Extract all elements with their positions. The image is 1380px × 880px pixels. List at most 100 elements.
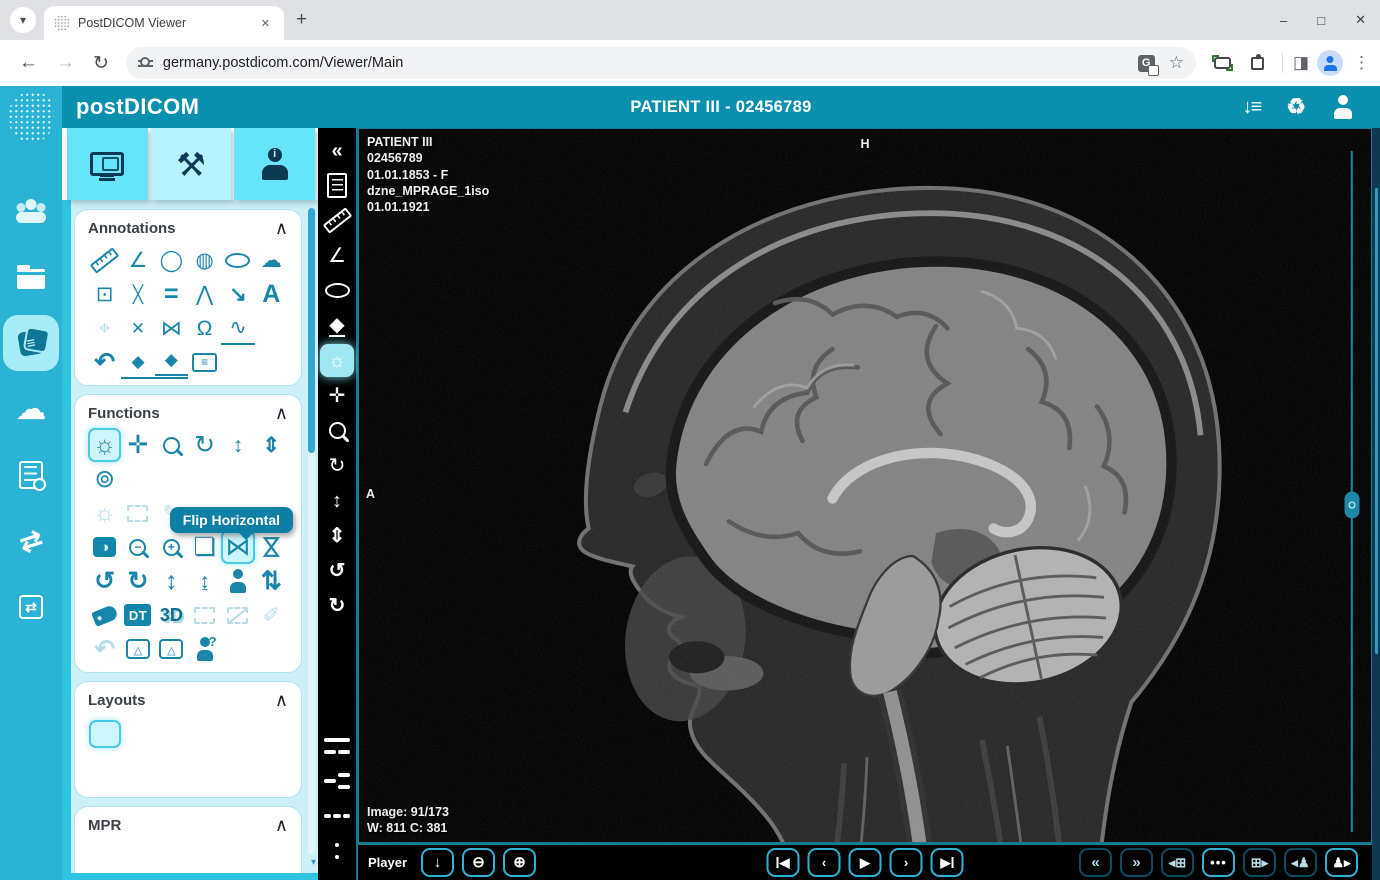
maximize-button[interactable]: □: [1317, 13, 1325, 28]
ruler[interactable]: [320, 204, 354, 237]
screen-capture-icon[interactable]: [1211, 55, 1233, 71]
angle[interactable]: ∠: [320, 239, 354, 272]
cine-options[interactable]: •••: [1202, 848, 1235, 877]
scrollbar-thumb[interactable]: [308, 208, 315, 454]
next-patient[interactable]: ♟▸: [1325, 848, 1358, 877]
fit-vertical-icon[interactable]: ↕: [155, 564, 188, 598]
pan[interactable]: ✛: [320, 379, 354, 412]
layout-1x1-icon[interactable]: [88, 720, 121, 748]
layout-1x3[interactable]: [320, 799, 354, 832]
address-input[interactable]: germany.postdicom.com/Viewer/Main G ☆: [125, 47, 1196, 79]
eraser-icon[interactable]: ◆: [121, 345, 155, 379]
point-icon[interactable]: ⌖: [88, 311, 121, 345]
open-angle-icon[interactable]: ✕: [121, 311, 154, 345]
collapse-chevron-icon[interactable]: ∧: [275, 815, 288, 836]
tab-viewer-screens[interactable]: [67, 128, 148, 200]
ellipse-icon[interactable]: [225, 252, 251, 268]
cross-ruler-icon[interactable]: ╳: [121, 277, 154, 311]
save-annotations-icon[interactable]: ≡: [192, 352, 218, 372]
close-tab-icon[interactable]: ✕: [257, 15, 274, 32]
image-scroll-slider[interactable]: [1344, 151, 1359, 832]
image-viewport[interactable]: PATIENT III 02456789 01.01.1853 - F dzne…: [358, 128, 1372, 843]
window-level[interactable]: ☼: [320, 344, 354, 377]
filled-ellipse-icon[interactable]: ◍: [188, 243, 221, 277]
nav-transfer[interactable]: ⇄: [3, 579, 59, 635]
ellipse[interactable]: [320, 274, 354, 307]
play-direction[interactable]: ↓: [421, 848, 455, 877]
extensions-icon[interactable]: [1250, 53, 1264, 70]
volume-3d-icon[interactable]: 3D: [155, 598, 188, 632]
layout-1-left-2-icon[interactable]: [125, 761, 151, 783]
nav-patients[interactable]: [3, 183, 59, 239]
layout-1x2-icon[interactable]: [125, 723, 151, 745]
collapse-panel[interactable]: «: [320, 134, 354, 167]
slider-thumb[interactable]: [1344, 491, 1359, 519]
tab-patient-info[interactable]: i: [234, 128, 316, 200]
layout-1x2[interactable]: [320, 659, 354, 692]
reload-icon[interactable]: ↻: [93, 52, 109, 75]
scroll-down-arrow-icon[interactable]: ▾: [311, 857, 316, 868]
collapse-chevron-icon[interactable]: ∧: [275, 218, 288, 239]
tag-icon[interactable]: [90, 603, 119, 627]
flip-vertical-icon[interactable]: ⋈: [254, 530, 288, 563]
previous-image[interactable]: ‹: [807, 848, 841, 877]
eraser[interactable]: ◆: [320, 309, 354, 342]
length-icon[interactable]: [89, 246, 120, 274]
zoom-roi-icon[interactable]: [127, 504, 149, 522]
share-patient-icon[interactable]: ?: [195, 635, 217, 661]
save-image-icon[interactable]: △: [159, 639, 184, 659]
polyline-icon[interactable]: ⋀: [188, 277, 221, 311]
cobb-angle-icon[interactable]: ⋈: [155, 311, 188, 345]
mpr-layout-icon[interactable]: [92, 848, 118, 870]
back-icon[interactable]: ←: [19, 52, 38, 74]
patient-orientation-icon[interactable]: [228, 569, 248, 593]
spline-icon[interactable]: ∿: [221, 311, 255, 345]
tab-tools[interactable]: ⚒: [150, 128, 232, 200]
shrink-vertical-icon[interactable]: ↨: [188, 564, 221, 598]
panel-scrollbar[interactable]: [308, 208, 315, 854]
window-level-roi-icon[interactable]: ☼: [88, 496, 121, 530]
layout-previous[interactable]: ◂⊞: [1161, 848, 1194, 877]
zoom[interactable]: [320, 414, 354, 447]
export-image-icon[interactable]: △: [125, 639, 150, 659]
site-settings-icon[interactable]: [137, 57, 153, 69]
freehand-icon[interactable]: ☁: [255, 243, 288, 277]
layout-next[interactable]: ⊞▸: [1243, 848, 1276, 877]
localizer-icon[interactable]: ⊚: [88, 462, 121, 496]
layout-1-top-2[interactable]: [320, 729, 354, 762]
scroll-icon[interactable]: ↕: [221, 428, 254, 462]
angle-icon[interactable]: ∠: [121, 243, 154, 277]
window-level-icon[interactable]: ☼: [88, 428, 122, 462]
browser-tab[interactable]: PostDICOM Viewer ✕: [44, 6, 284, 40]
reset-icon[interactable]: ↺: [88, 564, 121, 598]
browser-profile-avatar[interactable]: [1317, 50, 1343, 76]
browser-menu-icon[interactable]: ⋮: [1353, 53, 1370, 73]
next-image[interactable]: ›: [889, 848, 923, 877]
collapse-chevron-icon[interactable]: ∧: [275, 690, 288, 711]
recycle-bin-icon[interactable]: ♻: [1286, 96, 1306, 118]
translate-icon[interactable]: G: [1137, 54, 1159, 76]
reset-window[interactable]: ↻: [320, 589, 354, 622]
circle-icon[interactable]: ◯: [155, 243, 188, 277]
text-icon[interactable]: A: [255, 277, 288, 311]
probe-wand-icon[interactable]: ✐: [255, 598, 288, 632]
forward-icon[interactable]: →: [56, 52, 75, 74]
nav-share[interactable]: ⇄: [3, 513, 59, 569]
layout-1x3-icon[interactable]: [158, 723, 184, 745]
series-layout[interactable]: [320, 694, 354, 727]
layout-1x1[interactable]: [320, 624, 354, 657]
previous-patient[interactable]: ◂♟: [1284, 848, 1317, 877]
page-scrollbar[interactable]: [1372, 128, 1380, 880]
previous-series[interactable]: «: [1079, 848, 1112, 877]
reset[interactable]: ↺: [320, 554, 354, 587]
first-image[interactable]: ◀: [766, 848, 800, 877]
parallel-lines-icon[interactable]: =: [155, 277, 188, 311]
account-icon[interactable]: [1332, 95, 1354, 119]
last-image[interactable]: ▶: [930, 848, 964, 877]
flip-page-icon[interactable]: ❏: [188, 530, 221, 564]
speed-up[interactable]: ⊕: [503, 848, 537, 877]
swap-vertical-icon[interactable]: ⇅: [255, 564, 288, 598]
reset-window-icon[interactable]: ↻: [121, 564, 154, 598]
undo-annotation-icon[interactable]: ↶: [88, 345, 121, 379]
collapse-chevron-icon[interactable]: ∧: [275, 403, 288, 424]
